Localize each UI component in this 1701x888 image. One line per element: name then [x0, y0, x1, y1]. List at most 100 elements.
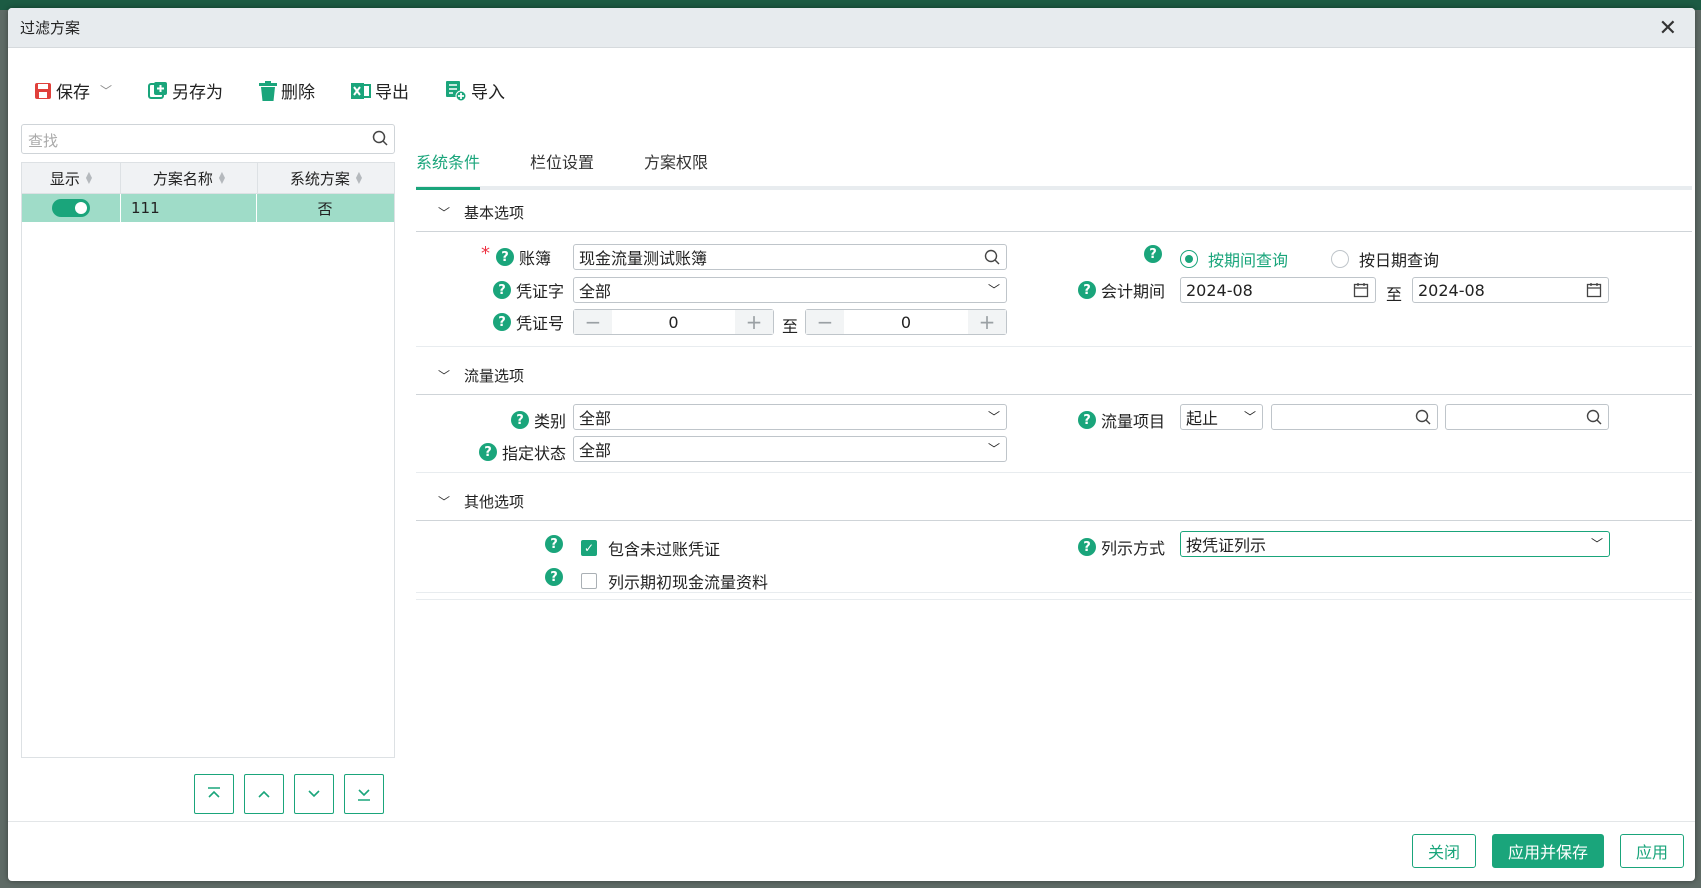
chevron-up-icon: [258, 790, 270, 798]
flow-item-from-field[interactable]: [1271, 404, 1438, 430]
sort-icon[interactable]: ▲ ▼: [356, 171, 362, 185]
checkbox[interactable]: [581, 573, 597, 589]
help-icon[interactable]: ?: [479, 443, 497, 461]
divider: [416, 346, 1692, 347]
grid-header: 显示 ▲ ▼ 方案名称 ▲ ▼ 系统方案 ▲ ▼: [22, 163, 394, 194]
sort-icon[interactable]: ▲ ▼: [219, 171, 225, 185]
close-icon[interactable]: ✕: [1659, 16, 1677, 41]
list-opening-help: ?: [545, 568, 568, 586]
status-select[interactable]: 全部 ﹀: [573, 436, 1007, 462]
tab-bar: 系统条件 栏位设置 方案权限: [416, 146, 1692, 190]
list-opening-checkbox[interactable]: 列示期初现金流量资料: [581, 569, 768, 593]
minus-button[interactable]: −: [806, 310, 844, 334]
apply-and-save-button[interactable]: 应用并保存: [1492, 834, 1604, 868]
table-row[interactable]: 111 否: [22, 194, 394, 222]
calendar-icon[interactable]: [1586, 282, 1602, 298]
radio-button[interactable]: [1180, 250, 1198, 268]
flow-item-range-select[interactable]: 起止 ﹀: [1180, 404, 1263, 430]
move-up-button[interactable]: [244, 774, 284, 814]
save-button[interactable]: 保存 ﹀: [34, 78, 112, 103]
search-icon[interactable]: [984, 249, 1000, 265]
flow-item-to-field[interactable]: [1445, 404, 1609, 430]
help-icon[interactable]: ?: [493, 281, 511, 299]
system-scheme-cell: 否: [317, 199, 333, 218]
minus-button[interactable]: −: [574, 310, 612, 334]
section-basic[interactable]: ﹀ 基本选项: [416, 193, 1692, 232]
help-icon[interactable]: ?: [545, 535, 563, 553]
help-icon[interactable]: ?: [1078, 281, 1096, 299]
ledger-field[interactable]: 现金流量测试账簿: [573, 244, 1007, 270]
query-mode-help: ?: [1144, 245, 1167, 263]
checkbox[interactable]: ✓: [581, 540, 597, 556]
column-header-system[interactable]: 系统方案 ▲ ▼: [258, 163, 394, 193]
section-flow[interactable]: ﹀ 流量选项: [416, 356, 1692, 395]
show-toggle[interactable]: [52, 199, 90, 217]
apply-button[interactable]: 应用: [1620, 834, 1684, 868]
display-mode-select[interactable]: 按凭证列示 ﹀: [1180, 531, 1610, 557]
search-input[interactable]: 查找: [21, 124, 395, 154]
radio-button[interactable]: [1331, 250, 1349, 268]
toolbar: 保存 ﹀ 另存为 删除 导出 导入: [34, 78, 541, 103]
chevron-down-icon: ﹀: [987, 410, 1000, 424]
import-button[interactable]: 导入: [445, 78, 505, 103]
chevron-down-icon: ﹀: [987, 283, 1000, 297]
voucher-word-label: ? 凭证字: [493, 278, 564, 302]
dialog-title: 过滤方案: [20, 19, 81, 37]
chevron-down-icon[interactable]: ﹀: [438, 493, 450, 510]
column-header-show[interactable]: 显示 ▲ ▼: [22, 163, 121, 193]
tab-system-conditions[interactable]: 系统条件: [416, 146, 481, 190]
export-button[interactable]: 导出: [351, 78, 409, 103]
column-header-name[interactable]: 方案名称 ▲ ▼: [121, 163, 258, 193]
voucher-no-to-stepper[interactable]: − 0 +: [805, 309, 1007, 335]
section-other[interactable]: ﹀ 其他选项: [416, 482, 1692, 521]
display-mode-label: ? 列示方式: [1078, 535, 1165, 559]
close-button[interactable]: 关闭: [1412, 834, 1476, 868]
chevron-down-icon[interactable]: ﹀: [100, 82, 112, 99]
move-bottom-button[interactable]: [344, 774, 384, 814]
radio-by-date[interactable]: 按日期查询: [1331, 247, 1439, 271]
save-as-button[interactable]: 另存为: [148, 78, 223, 103]
chevron-down-icon[interactable]: ﹀: [438, 367, 450, 384]
plus-button[interactable]: +: [968, 310, 1006, 334]
move-buttons: [194, 774, 384, 814]
include-unposted-help: ?: [545, 535, 568, 553]
voucher-word-select[interactable]: 全部 ﹀: [573, 277, 1007, 303]
help-icon[interactable]: ?: [496, 248, 514, 266]
voucher-no-from-stepper[interactable]: − 0 +: [573, 309, 774, 335]
help-icon[interactable]: ?: [1078, 411, 1096, 429]
help-icon[interactable]: ?: [511, 411, 529, 429]
move-top-icon: [208, 787, 220, 798]
delete-button[interactable]: 删除: [259, 78, 315, 103]
include-unposted-checkbox[interactable]: ✓ 包含未过账凭证: [581, 536, 720, 560]
help-icon[interactable]: ?: [545, 568, 563, 586]
tab-scheme-permissions[interactable]: 方案权限: [644, 146, 708, 186]
calendar-icon[interactable]: [1353, 282, 1369, 298]
period-from-field[interactable]: 2024-08: [1180, 277, 1376, 303]
period-to-field[interactable]: 2024-08: [1412, 277, 1609, 303]
move-bottom-icon: [358, 789, 370, 801]
help-icon[interactable]: ?: [1078, 538, 1096, 556]
search-icon[interactable]: [1415, 409, 1431, 425]
divider: [416, 592, 1692, 593]
chevron-down-icon: ﹀: [987, 442, 1000, 456]
plus-button[interactable]: +: [735, 310, 773, 334]
tab-column-settings[interactable]: 栏位设置: [530, 146, 594, 186]
category-select[interactable]: 全部 ﹀: [573, 404, 1007, 430]
trash-icon: [259, 80, 278, 101]
save-as-icon: [148, 81, 168, 99]
sort-icon[interactable]: ▲ ▼: [86, 171, 92, 185]
search-icon[interactable]: [1586, 409, 1602, 425]
help-icon[interactable]: ?: [1144, 245, 1162, 263]
status-label: ? 指定状态: [479, 440, 566, 464]
search-icon[interactable]: [372, 130, 388, 146]
search-placeholder: 查找: [28, 132, 59, 150]
help-icon[interactable]: ?: [493, 313, 511, 331]
chevron-down-icon[interactable]: ﹀: [438, 204, 450, 221]
move-top-button[interactable]: [194, 774, 234, 814]
radio-by-period[interactable]: 按期间查询: [1180, 247, 1288, 271]
divider: [416, 599, 1692, 600]
move-down-button[interactable]: [294, 774, 334, 814]
chevron-down-icon: ﹀: [1590, 537, 1603, 551]
excel-icon: [351, 82, 372, 99]
chevron-down-icon: ﹀: [1243, 410, 1256, 424]
